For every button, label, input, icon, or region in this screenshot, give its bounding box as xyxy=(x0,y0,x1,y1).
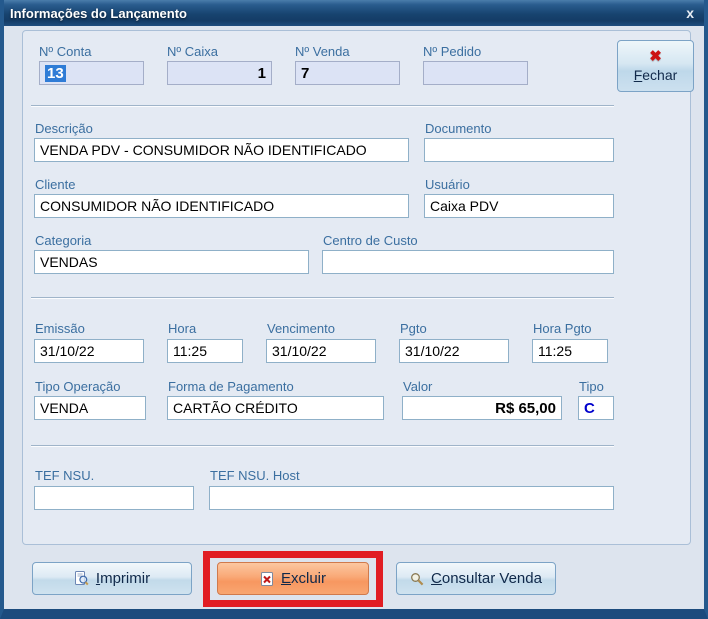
separator xyxy=(31,105,614,107)
close-icon[interactable]: x xyxy=(682,6,698,20)
label-tef-nsu-host: TEF NSU. Host xyxy=(210,468,300,483)
fechar-button[interactable]: ✖ Fechar xyxy=(617,40,694,92)
label-tef-nsu: TEF NSU. xyxy=(35,468,95,483)
label-usuario: Usuário xyxy=(425,177,470,192)
imprimir-button[interactable]: Imprimir xyxy=(32,562,192,595)
input-tipo[interactable]: C xyxy=(578,396,614,420)
input-vencimento[interactable]: 31/10/22 xyxy=(266,339,376,363)
input-usuario[interactable]: Caixa PDV xyxy=(424,194,614,218)
label-documento: Documento xyxy=(425,121,492,136)
input-hora-pgto[interactable]: 11:25 xyxy=(532,339,608,363)
input-documento[interactable] xyxy=(424,138,614,162)
input-no-conta[interactable]: 13 xyxy=(39,61,144,85)
label-hora: Hora xyxy=(168,321,197,336)
red-x-icon: ✖ xyxy=(649,48,662,65)
selected-text: 13 xyxy=(45,64,66,82)
label-descricao: Descrição xyxy=(35,121,93,136)
label-no-pedido: Nº Pedido xyxy=(423,44,482,59)
title-bar: Informações do Lançamento x xyxy=(4,0,704,26)
input-cliente[interactable]: CONSUMIDOR NÃO IDENTIFICADO xyxy=(34,194,409,218)
input-tipo-operacao[interactable]: VENDA xyxy=(34,396,146,420)
label-forma-de-pagamento: Forma de Pagamento xyxy=(168,379,294,394)
content-panel xyxy=(22,30,691,545)
label-tipo-operacao: Tipo Operação xyxy=(35,379,121,394)
label-vencimento: Vencimento xyxy=(267,321,335,336)
input-no-venda[interactable]: 7 xyxy=(295,61,400,85)
label-valor: Valor xyxy=(403,379,433,394)
excluir-button[interactable]: Excluir xyxy=(217,562,369,595)
separator xyxy=(31,297,614,299)
magnifier-icon xyxy=(410,572,424,586)
input-no-pedido[interactable] xyxy=(423,61,528,85)
label-tipo: Tipo xyxy=(579,379,604,394)
delete-document-icon xyxy=(260,571,274,586)
input-categoria[interactable]: VENDAS xyxy=(34,250,309,274)
consultar-venda-button[interactable]: Consultar Venda xyxy=(396,562,556,595)
label-emissao: Emissão xyxy=(35,321,85,336)
label-no-caixa: Nº Caixa xyxy=(167,44,218,59)
input-no-caixa[interactable]: 1 xyxy=(167,61,272,85)
label-centro-de-custo: Centro de Custo xyxy=(323,233,418,248)
input-tef-nsu[interactable] xyxy=(34,486,194,510)
dialog-informacoes-lancamento: Informações do Lançamento x Nº Conta 13 … xyxy=(0,0,708,619)
label-hora-pgto: Hora Pgto xyxy=(533,321,592,336)
label-no-conta: Nº Conta xyxy=(39,44,92,59)
input-emissao[interactable]: 31/10/22 xyxy=(34,339,144,363)
label-cliente: Cliente xyxy=(35,177,76,192)
fechar-button-label: Fechar xyxy=(633,67,678,83)
input-tef-nsu-host[interactable] xyxy=(209,486,614,510)
input-pgto[interactable]: 31/10/22 xyxy=(399,339,509,363)
imprimir-button-label: Imprimir xyxy=(95,570,151,587)
consultar-venda-button-label: Consultar Venda xyxy=(431,570,542,587)
window-title: Informações do Lançamento xyxy=(10,5,187,21)
input-descricao[interactable]: VENDA PDV - CONSUMIDOR NÃO IDENTIFICADO xyxy=(34,138,409,162)
separator xyxy=(31,445,614,447)
input-forma-de-pagamento[interactable]: CARTÃO CRÉDITO xyxy=(167,396,384,420)
input-valor[interactable]: R$ 65,00 xyxy=(402,396,562,420)
input-hora[interactable]: 11:25 xyxy=(167,339,243,363)
excluir-button-label: Excluir xyxy=(280,570,327,587)
input-centro-de-custo[interactable] xyxy=(322,250,614,274)
label-categoria: Categoria xyxy=(35,233,92,248)
label-pgto: Pgto xyxy=(400,321,427,336)
print-preview-icon xyxy=(74,571,89,586)
label-no-venda: Nº Venda xyxy=(295,44,350,59)
